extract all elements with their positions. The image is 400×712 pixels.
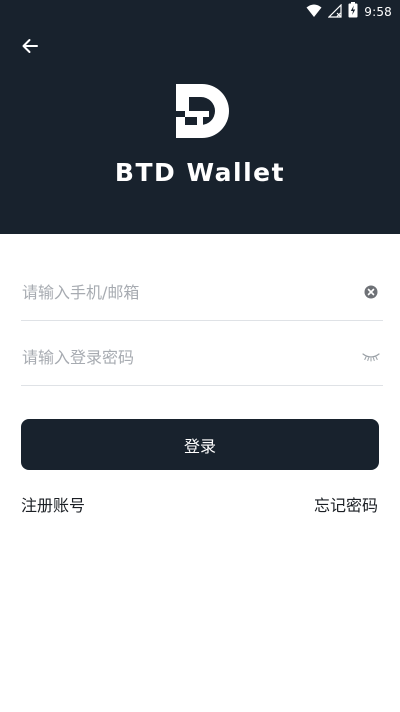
account-field (21, 264, 383, 321)
header: 9:58 BTD Wallet (0, 0, 400, 234)
account-input[interactable] (21, 264, 342, 320)
forgot-password-link[interactable]: 忘记密码 (314, 492, 378, 516)
back-button[interactable] (18, 36, 42, 60)
battery-charging-icon (348, 2, 358, 22)
password-input[interactable] (21, 329, 342, 385)
clear-circle-icon[interactable] (362, 284, 380, 300)
arrow-left-icon (22, 38, 38, 58)
register-link[interactable]: 注册账号 (21, 492, 85, 516)
btd-logo-icon (168, 82, 232, 142)
login-button[interactable]: 登录 (21, 419, 379, 470)
wifi-icon (306, 3, 322, 22)
app-title: BTD Wallet (114, 158, 286, 187)
eye-closed-icon[interactable] (362, 349, 380, 365)
password-field (21, 329, 383, 386)
status-time: 9:58 (364, 5, 392, 19)
status-bar: 9:58 (0, 0, 400, 24)
signal-off-icon (327, 3, 342, 22)
status-icons: 9:58 (306, 2, 392, 22)
